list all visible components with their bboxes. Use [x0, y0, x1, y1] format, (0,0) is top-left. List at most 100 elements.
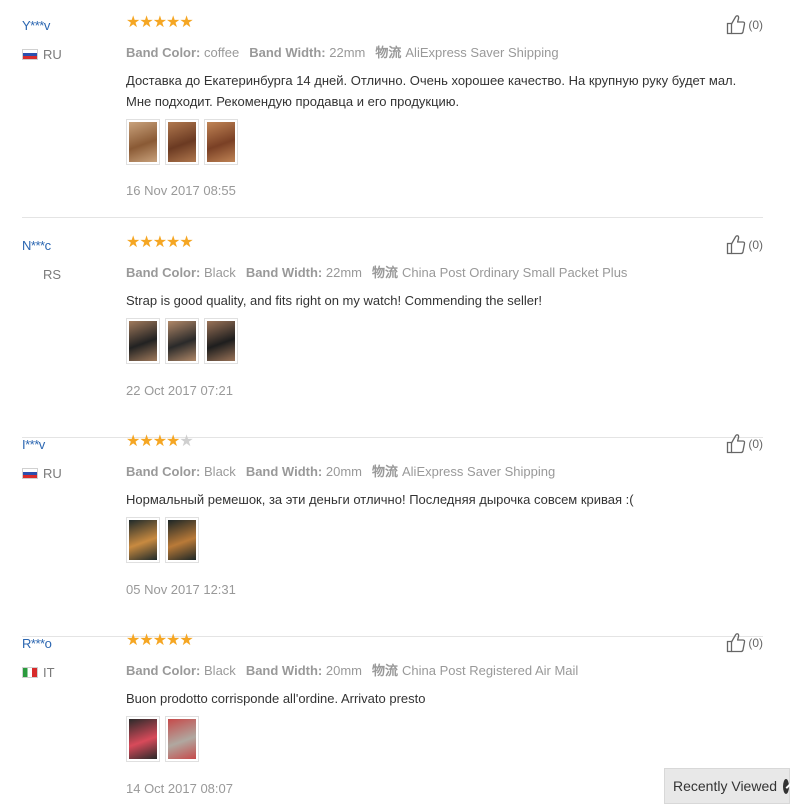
star-rating: ★★★★★ — [126, 13, 194, 33]
star-icon: ★ — [126, 14, 140, 31]
recently-viewed-label: Recently Viewed — [673, 778, 778, 794]
review-photo-thumbnail[interactable] — [204, 119, 238, 165]
helpful-count: (0) — [748, 436, 763, 451]
star-rating: ★★★★★ — [126, 432, 194, 452]
review-photo-thumbnail[interactable] — [165, 517, 199, 563]
star-rating: ★★★★★ — [126, 631, 194, 651]
thumbs-up-icon — [727, 15, 746, 35]
band-width-label: Band Width: — [249, 45, 326, 60]
star-icon: ★ — [139, 433, 153, 450]
band-color-value: Black — [204, 663, 236, 678]
band-width-label: Band Width: — [245, 265, 323, 280]
band-width-value: 20mm — [325, 464, 362, 479]
review-photo-thumbnail[interactable] — [126, 119, 160, 165]
helpful-button[interactable]: (0) — [726, 632, 763, 653]
review-photo-thumbnail[interactable] — [126, 517, 160, 563]
photo-image — [129, 520, 157, 560]
photo-image — [168, 321, 196, 361]
helpful-count: (0) — [748, 17, 763, 32]
country-code: IT — [43, 664, 55, 680]
reviewer-name[interactable]: I***v — [22, 437, 45, 452]
review-text: Нормальный ремешок, за эти деньги отличн… — [126, 492, 634, 507]
helpful-button[interactable]: (0) — [726, 234, 763, 255]
band-color-value: Black — [204, 464, 236, 479]
shipping-label: 物流 — [371, 663, 398, 678]
photo-image — [129, 321, 157, 361]
review-item: R***o IT ★★★★★ Band Color: Black Band Width:… — [22, 632, 763, 800]
star-icon: ★ — [152, 234, 167, 251]
shipping-label: 物流 — [371, 464, 398, 479]
reviewer-country: IT — [22, 664, 55, 680]
star-icon: ★ — [179, 632, 193, 649]
review-photo-thumbnail[interactable] — [165, 716, 199, 762]
order-attributes: Band Color: Black Band Width: 22mm 物流 China… — [126, 262, 637, 281]
star-icon: ★ — [152, 433, 167, 450]
band-color-value: coffee — [204, 45, 240, 60]
photo-image — [168, 122, 196, 162]
country-code: RS — [43, 266, 62, 282]
photo-image — [129, 719, 157, 759]
review-item: N***c RS ★★★★★ Band Color: Black Band Width:… — [22, 234, 763, 438]
band-color-label: Band Color: — [126, 45, 201, 60]
review-photo-thumbnail[interactable] — [126, 716, 160, 762]
review-photo-thumbnail[interactable] — [126, 318, 160, 364]
order-attributes: Band Color: Black Band Width: 20mm 物流 China… — [126, 660, 588, 679]
band-color-value: Black — [204, 265, 236, 280]
star-icon: ★ — [179, 14, 193, 31]
chevron-up-circle-icon[interactable] — [783, 778, 789, 794]
reviewer-name[interactable]: R***o — [22, 636, 52, 651]
star-icon: ★ — [139, 234, 153, 251]
band-width-value: 20mm — [325, 663, 362, 678]
review-photo-thumbnail[interactable] — [165, 119, 199, 165]
review-text: Buon prodotto corrisponde all'ordine. Ar… — [126, 691, 426, 706]
review-date: 16 Nov 2017 08:55 — [126, 183, 236, 198]
star-icon: ★ — [139, 14, 153, 31]
band-color-label: Band Color: — [126, 663, 201, 678]
star-icon: ★ — [179, 234, 193, 251]
review-photos — [126, 318, 238, 364]
star-icon: ★ — [126, 234, 140, 251]
review-item: I***v RU ★★★★★ Band Color: Black Band Width:… — [22, 433, 763, 637]
reviewer-name[interactable]: N***c — [22, 238, 51, 253]
band-width-value: 22mm — [325, 265, 362, 280]
review-text: Доставка до Екатеринбурга 14 дней. Отлич… — [126, 73, 737, 109]
band-color-label: Band Color: — [126, 464, 201, 479]
star-icon: ★ — [152, 632, 167, 649]
reviewer-country: RU — [22, 46, 62, 62]
helpful-button[interactable]: (0) — [726, 14, 763, 35]
star-icon: ★ — [166, 234, 180, 251]
helpful-count: (0) — [748, 635, 763, 650]
country-flag-icon — [22, 48, 38, 60]
photo-image — [168, 719, 196, 759]
review-text: Strap is good quality, and fits right on… — [126, 293, 542, 308]
photo-image — [129, 122, 157, 162]
thumbs-up-icon — [727, 434, 746, 454]
band-width-value: 22mm — [329, 45, 366, 60]
review-date: 05 Nov 2017 12:31 — [126, 582, 236, 597]
photo-image — [207, 321, 235, 361]
star-icon: ★ — [126, 433, 140, 450]
country-flag-icon — [22, 467, 38, 479]
helpful-button[interactable]: (0) — [726, 433, 763, 454]
shipping-method: AliExpress Saver Shipping — [402, 464, 556, 479]
review-photo-thumbnail[interactable] — [165, 318, 199, 364]
reviewer-name[interactable]: Y***v — [22, 18, 50, 33]
star-icon: ★ — [126, 632, 140, 649]
photo-image — [207, 122, 235, 162]
recently-viewed-tab[interactable]: Recently Viewed — [664, 768, 790, 804]
helpful-count: (0) — [748, 237, 763, 252]
shipping-method: AliExpress Saver Shipping — [405, 45, 559, 60]
reviewer-country: RU — [22, 465, 62, 481]
country-code: RU — [43, 46, 62, 62]
review-photo-thumbnail[interactable] — [204, 318, 238, 364]
thumbs-up-icon — [727, 235, 746, 255]
photo-image — [168, 520, 196, 560]
thumbs-up-icon — [727, 633, 746, 653]
review-photos — [126, 517, 199, 563]
country-flag-icon — [22, 666, 38, 678]
shipping-label: 物流 — [375, 45, 402, 60]
band-width-label: Band Width: — [245, 663, 323, 678]
review-photos — [126, 119, 238, 165]
reviewer-country: RS — [43, 266, 61, 282]
band-width-label: Band Width: — [245, 464, 323, 479]
